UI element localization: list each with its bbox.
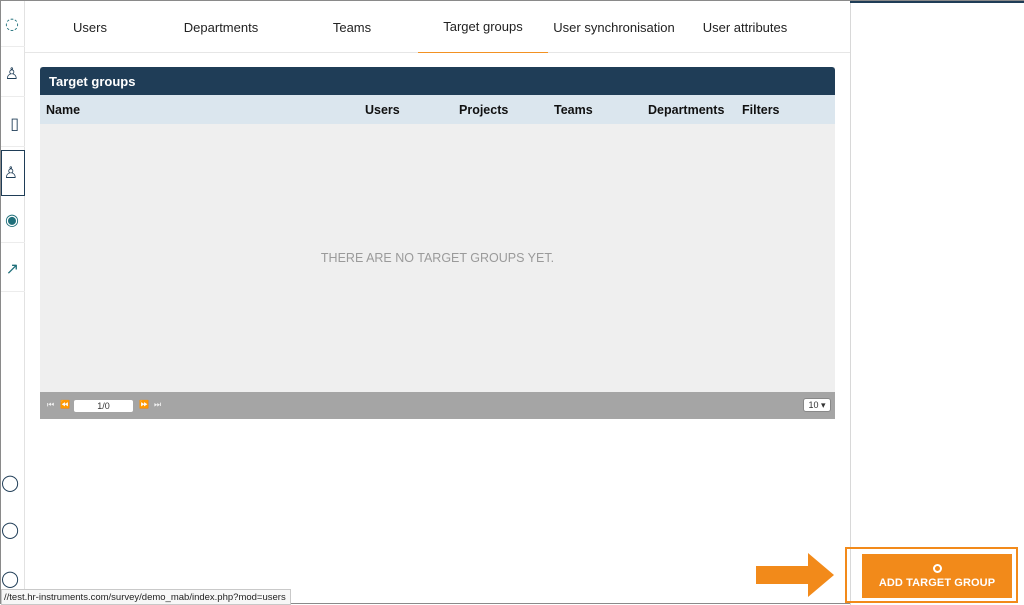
previous-page-icon[interactable]: ⏪ [60, 400, 70, 409]
last-page-icon[interactable]: ⏭ [154, 400, 161, 410]
column-filters[interactable]: Filters [742, 95, 780, 124]
empty-state-message: THERE ARE NO TARGET GROUPS YET. [320, 251, 555, 265]
browser-status-url: //test.hr-instruments.com/survey/demo_ma… [1, 589, 291, 605]
target-groups-panel: Target groups Name Users Projects Teams … [40, 67, 835, 419]
first-page-icon[interactable]: ⏮ [47, 400, 54, 410]
rail-item-document[interactable]: ▯ [1, 101, 25, 147]
user-group-icon: ♙ [3, 163, 18, 182]
rail-item-chat[interactable]: ◌ [1, 1, 25, 47]
add-target-group-label: ADD TARGET GROUP [878, 576, 996, 589]
rail-item-user-groups[interactable]: ♙ [1, 150, 25, 196]
user-icon: ♙ [4, 63, 19, 83]
app-window: ◌ ♙ ▯ ♙ ◉ ↗ ◯ ◯ ◯ Users Departments Team… [0, 0, 1024, 605]
add-target-group-button[interactable]: ADD TARGET GROUP [862, 554, 1012, 598]
page-size-select[interactable]: 10 ▾ [803, 398, 831, 412]
column-teams[interactable]: Teams [554, 95, 593, 124]
highlight-arrow-icon [756, 553, 834, 597]
next-page-icon[interactable]: ⏩ [139, 400, 149, 409]
rail-item-help[interactable]: ◯ [1, 471, 25, 495]
right-panel-top-border [850, 1, 1024, 3]
tab-target-groups[interactable]: Target groups [418, 1, 548, 53]
rail-item-eye[interactable]: ◉ [1, 197, 25, 243]
help-icon: ◯ [1, 473, 19, 492]
chat-icon: ◌ [5, 13, 19, 33]
tab-bar: Users Departments Teams Target groups Us… [25, 1, 850, 53]
column-departments[interactable]: Departments [648, 95, 724, 124]
power-icon: ◯ [1, 569, 19, 588]
add-circle-icon [932, 563, 942, 573]
right-side-panel [850, 1, 1024, 605]
rail-item-chart[interactable]: ↗ [1, 246, 25, 292]
tab-departments[interactable]: Departments [156, 1, 286, 53]
rail-item-user[interactable]: ♙ [1, 51, 25, 97]
column-name[interactable]: Name [46, 95, 80, 124]
chart-icon: ↗ [5, 258, 19, 278]
pagination-bar: ⏮ ⏪ ⏩ ⏭ 10 ▾ [40, 392, 835, 419]
tab-user-attributes[interactable]: User attributes [680, 1, 810, 53]
rail-item-settings[interactable]: ◯ [1, 518, 25, 542]
rail-item-power[interactable]: ◯ [1, 567, 25, 591]
document-icon: ▯ [10, 113, 19, 133]
eye-icon: ◉ [5, 209, 19, 229]
column-users[interactable]: Users [365, 95, 400, 124]
panel-title: Target groups [40, 67, 835, 95]
tab-users[interactable]: Users [25, 1, 155, 53]
page-number-input[interactable] [74, 400, 133, 412]
column-projects[interactable]: Projects [459, 95, 508, 124]
tab-user-synchronisation[interactable]: User synchronisation [549, 1, 679, 53]
tab-teams[interactable]: Teams [287, 1, 417, 53]
icon-rail: ◌ ♙ ▯ ♙ ◉ ↗ ◯ ◯ ◯ [1, 1, 25, 605]
column-header-row: Name Users Projects Teams Departments Fi… [40, 95, 835, 124]
settings-icon: ◯ [1, 520, 19, 539]
